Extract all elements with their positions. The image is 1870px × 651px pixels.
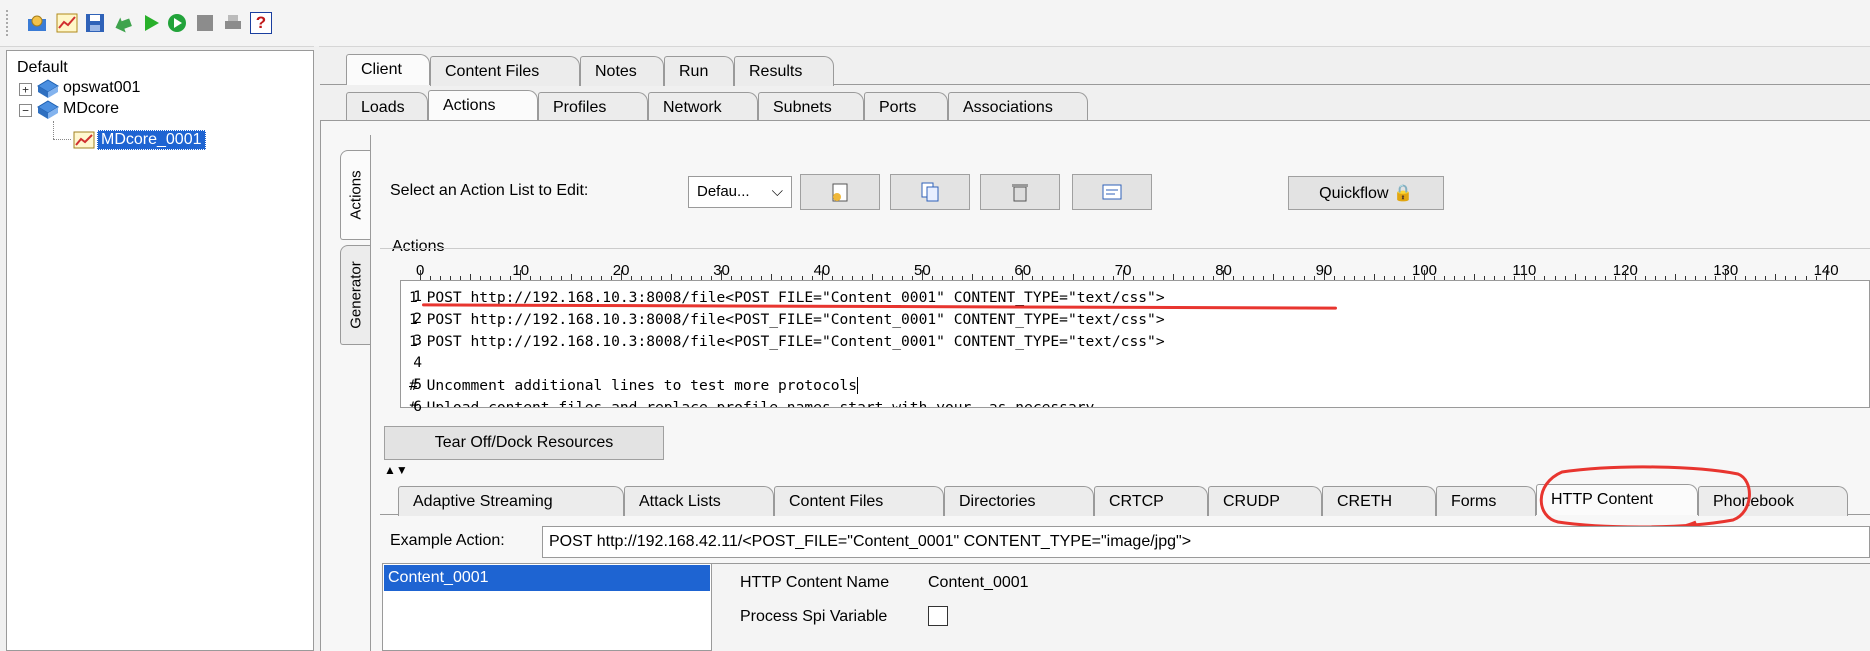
arrow-right-icon[interactable] [112, 12, 134, 34]
ruler-tick [821, 270, 823, 280]
text-cursor: ​ [857, 377, 859, 394]
ruler-tick [1122, 270, 1124, 280]
tree-expander-mdcore[interactable]: − [19, 104, 32, 117]
side-tab-border [370, 135, 371, 651]
play-icon[interactable] [140, 12, 162, 34]
ruler-tick [420, 270, 421, 280]
actions-section-divider [380, 248, 1870, 249]
client-tree: Default + opswat001 − MDcore MDcore_0001 [6, 50, 314, 651]
tab-loads[interactable]: Loads [346, 92, 428, 122]
line-number: 3 [413, 332, 422, 349]
line-number-gutter: 1 2 3 4 5 6 [408, 286, 422, 418]
ruler-tick [1624, 270, 1626, 280]
tree-connector [53, 139, 71, 141]
tab-forms[interactable]: Forms [1436, 486, 1536, 516]
stop-icon[interactable] [194, 12, 216, 34]
tab-network[interactable]: Network [648, 92, 758, 122]
line-number: 1 [413, 288, 422, 305]
toolbar-grip [6, 10, 12, 36]
http-content-name-label: HTTP Content Name [740, 574, 890, 591]
tab-directories[interactable]: Directories [944, 486, 1094, 516]
chevron-down-icon: ⌵ [771, 183, 783, 200]
tree-expander-opswat001[interactable]: + [19, 83, 32, 96]
quickflow-button[interactable]: Quickflow 🔒 [1288, 176, 1444, 210]
open-icon[interactable] [26, 12, 48, 34]
actions-editor[interactable]: 1 POST http://192.168.10.3:8008/file<POS… [400, 280, 1870, 408]
ruler-tick [721, 270, 723, 280]
ruler-tick [620, 270, 622, 280]
network-node-icon [37, 100, 59, 125]
print-icon[interactable] [222, 12, 244, 34]
tree-connector [53, 121, 55, 139]
tab-content-files[interactable]: Content Files [430, 56, 580, 86]
ruler-tick [1825, 270, 1827, 280]
http-content-name-value: Content_0001 [928, 574, 1029, 591]
new-document-icon [832, 183, 848, 202]
tree-root-default[interactable]: Default [17, 59, 68, 77]
chart-file-icon [73, 131, 95, 154]
tab-results[interactable]: Results [734, 56, 834, 86]
copy-icon [921, 182, 939, 202]
chart-icon[interactable] [56, 12, 78, 34]
ruler-tick [1022, 270, 1024, 280]
tab-associations[interactable]: Associations [948, 92, 1088, 122]
tab-client[interactable]: Client [346, 54, 430, 85]
tab-adaptive-streaming[interactable]: Adaptive Streaming [398, 486, 624, 516]
ruler-tick [1424, 270, 1425, 280]
list-item-content-0001[interactable]: Content_0001 [384, 565, 710, 591]
line-number: 5 [413, 376, 422, 393]
side-tab-generator[interactable]: Generator [340, 245, 370, 345]
toolbar: ? [0, 0, 1870, 47]
tree-item-mdcore-0001[interactable]: MDcore_0001 [97, 130, 206, 150]
ruler-tick [1323, 270, 1325, 280]
ruler-tick [1524, 270, 1526, 280]
line-number: 2 [413, 310, 422, 327]
tab-crtcp[interactable]: CRTCP [1094, 486, 1208, 516]
resize-arrows-icon[interactable]: ▲▼ [384, 464, 408, 476]
edit-action-list-button[interactable] [1072, 174, 1152, 210]
tab-attack-lists[interactable]: Attack Lists [624, 486, 774, 516]
go-circle-icon[interactable] [166, 12, 188, 34]
line-number: 6 [413, 398, 422, 415]
trash-icon [1012, 184, 1028, 202]
code-line: 1 POST http://192.168.10.3:8008/file<POS… [409, 311, 1165, 328]
pane-splitter[interactable] [314, 46, 319, 651]
tab-profiles[interactable]: Profiles [538, 92, 648, 122]
copy-action-list-button[interactable] [890, 174, 970, 210]
tree-item-opswat001[interactable]: opswat001 [63, 79, 140, 97]
ruler-tick [1223, 270, 1225, 280]
tab-creth[interactable]: CRETH [1322, 486, 1436, 516]
line-number: 4 [413, 354, 422, 371]
tab-content-files-resource[interactable]: Content Files [774, 486, 944, 516]
example-action-field[interactable]: POST http://192.168.42.11/<POST_FILE="Co… [542, 526, 1870, 558]
tab-ports[interactable]: Ports [864, 92, 948, 122]
code-line: 1 POST http://192.168.10.3:8008/file<POS… [409, 333, 1165, 350]
code-line: # Upload content files and replace profi… [409, 399, 1095, 408]
tab-subnets[interactable]: Subnets [758, 92, 864, 122]
action-list-label: Select an Action List to Edit: [390, 182, 589, 199]
tear-off-dock-button[interactable]: Tear Off/Dock Resources [384, 426, 664, 460]
form-icon [1102, 184, 1122, 200]
ruler-tick [1725, 270, 1727, 280]
help-icon[interactable]: ? [250, 12, 272, 34]
http-content-list[interactable]: Content_0001 [382, 563, 712, 651]
save-icon[interactable] [84, 12, 106, 34]
delete-action-list-button[interactable] [980, 174, 1060, 210]
example-action-label: Example Action: [390, 532, 505, 549]
actions-section-label: Actions [392, 238, 445, 255]
tab-crudp[interactable]: CRUDP [1208, 486, 1322, 516]
tree-item-mdcore[interactable]: MDcore [63, 100, 119, 118]
action-list-select[interactable]: Defau... ⌵ [688, 176, 792, 208]
tab-notes[interactable]: Notes [580, 56, 664, 86]
code-line: # Uncomment additional lines to test mor… [409, 377, 859, 394]
ruler-tick [922, 270, 923, 280]
new-action-list-button[interactable] [800, 174, 880, 210]
action-list-select-value: Defau... [697, 183, 750, 200]
process-spi-checkbox[interactable] [928, 606, 948, 626]
ruler-tick [520, 270, 522, 280]
side-tab-actions[interactable]: Actions [340, 150, 370, 240]
tab-run[interactable]: Run [664, 56, 734, 86]
process-spi-label: Process Spi Variable [740, 608, 888, 625]
tab-actions[interactable]: Actions [428, 90, 538, 121]
